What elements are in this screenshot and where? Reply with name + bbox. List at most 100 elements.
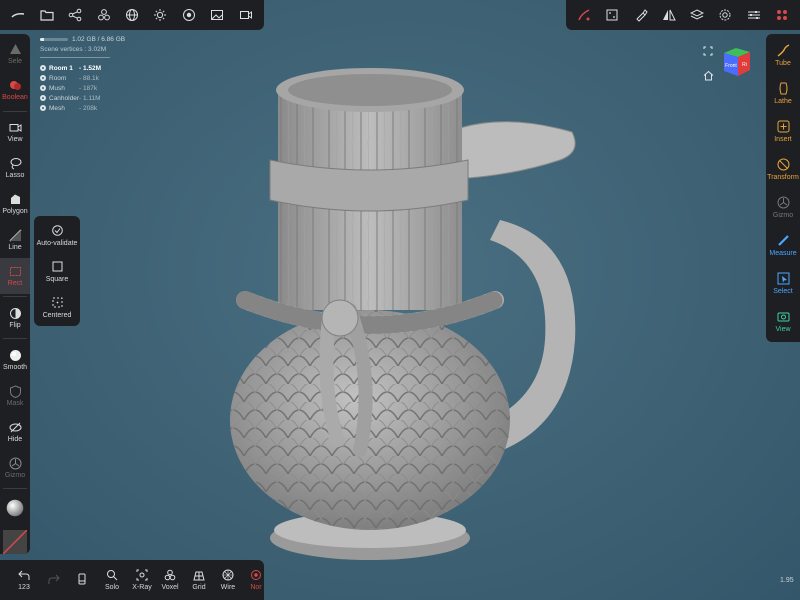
tool-transform[interactable]: Transform xyxy=(766,150,800,188)
apps-icon[interactable] xyxy=(768,0,796,30)
fit-view-icon[interactable] xyxy=(703,46,713,56)
phone-button[interactable] xyxy=(68,560,96,600)
memory-usage: 1.02 GB / 6.86 GB xyxy=(40,36,125,43)
view-cube-area: Front Ri xyxy=(700,44,760,86)
dice-icon[interactable] xyxy=(598,0,626,30)
lathe-icon xyxy=(779,82,787,94)
hide-icon xyxy=(9,422,21,433)
toolbar-divider xyxy=(3,111,27,112)
flip-icon xyxy=(9,308,21,319)
eye-icon[interactable] xyxy=(40,95,46,101)
objects-icon[interactable] xyxy=(89,0,117,30)
select-icon xyxy=(777,272,789,284)
sun-icon[interactable] xyxy=(146,0,174,30)
voxel-icon xyxy=(164,569,176,581)
redo-button[interactable] xyxy=(40,560,68,600)
tool-smooth[interactable]: Smooth xyxy=(0,342,30,378)
scene-graph-icon[interactable] xyxy=(61,0,89,30)
eye-icon[interactable] xyxy=(40,75,46,81)
grid-icon xyxy=(193,571,205,581)
wire-button[interactable]: Wire xyxy=(214,560,242,600)
measure-icon xyxy=(777,234,789,246)
color-swatch-button[interactable] xyxy=(0,524,30,560)
normal-button[interactable]: Nor xyxy=(242,560,270,600)
centered-icon xyxy=(52,297,62,308)
voxel-button[interactable]: Voxel xyxy=(156,560,184,600)
toolbar-divider xyxy=(3,488,27,489)
square-toggle[interactable]: Square xyxy=(34,254,80,290)
tool-rect[interactable]: Rect xyxy=(0,258,30,294)
tool-lathe[interactable]: Lathe xyxy=(766,74,800,112)
tool-view-right[interactable]: View xyxy=(766,302,800,340)
cube-front-label: Front xyxy=(725,63,737,69)
solo-button[interactable]: Solo xyxy=(98,560,126,600)
material-icon[interactable] xyxy=(175,0,203,30)
tool-view[interactable]: View xyxy=(0,114,30,150)
mesh-row[interactable]: Room - 88.1k xyxy=(40,73,125,83)
gizmo-icon xyxy=(9,457,21,470)
memory-bar xyxy=(40,38,68,41)
tool-measure[interactable]: Measure xyxy=(766,226,800,264)
mesh-row[interactable]: Canholder - 1.11M xyxy=(40,93,125,103)
top-left-toolbar xyxy=(0,0,264,30)
lasso-icon xyxy=(10,158,21,170)
material-sphere-button[interactable] xyxy=(0,490,30,526)
mug-model[interactable] xyxy=(200,60,600,580)
insert-icon xyxy=(777,120,789,132)
boolean-icon xyxy=(9,81,21,90)
mesh-row[interactable]: Mush - 187k xyxy=(40,83,125,93)
camera-icon xyxy=(9,124,21,132)
symmetry-icon[interactable] xyxy=(655,0,683,30)
settings-icon[interactable] xyxy=(711,0,739,30)
tool-line[interactable]: Line xyxy=(0,222,30,258)
tool-lasso[interactable]: Lasso xyxy=(0,150,30,186)
undo-button[interactable]: 123 xyxy=(10,560,38,600)
auto-validate-toggle[interactable]: Auto-validate xyxy=(34,218,80,254)
brush-stroke-icon[interactable] xyxy=(4,0,32,30)
tool-gizmo-right[interactable]: Gizmo xyxy=(766,188,800,226)
toolbar-divider xyxy=(3,338,27,339)
folder-icon[interactable] xyxy=(32,0,60,30)
toolbar-divider xyxy=(3,296,27,297)
grid-sphere-icon[interactable] xyxy=(118,0,146,30)
line-icon xyxy=(9,229,21,242)
centered-toggle[interactable]: Centered xyxy=(34,290,80,326)
sliders-icon[interactable] xyxy=(740,0,768,30)
eye-icon[interactable] xyxy=(40,65,46,71)
tool-mask[interactable]: Mask xyxy=(0,378,30,414)
no-color-icon xyxy=(3,530,27,554)
square-icon xyxy=(52,261,62,272)
grid-button[interactable]: Grid xyxy=(185,560,213,600)
eye-icon[interactable] xyxy=(40,85,46,91)
version-label: 1.95 xyxy=(780,577,794,584)
scene-vertices: Scene vertices : 3.02M xyxy=(40,46,107,53)
search-icon xyxy=(107,570,118,581)
mesh-row[interactable]: Mesh - 208k xyxy=(40,103,125,113)
paint-icon[interactable] xyxy=(627,0,655,30)
memory-text: 1.02 GB / 6.86 GB xyxy=(72,36,126,43)
check-icon xyxy=(51,225,63,236)
gizmo-icon xyxy=(777,196,789,208)
layers-icon[interactable] xyxy=(683,0,711,30)
tool-insert[interactable]: Insert xyxy=(766,112,800,150)
tool-tube[interactable]: Tube xyxy=(766,36,800,74)
tool-gizmo[interactable]: Gizmo xyxy=(0,450,30,486)
home-icon[interactable] xyxy=(703,70,714,81)
tool-hide[interactable]: Hide xyxy=(0,414,30,450)
image-icon[interactable] xyxy=(203,0,231,30)
video-icon[interactable] xyxy=(232,0,260,30)
material-sphere-icon xyxy=(6,499,24,517)
xray-icon xyxy=(136,569,148,581)
eye-icon[interactable] xyxy=(40,105,46,111)
wire-icon xyxy=(222,569,234,581)
scene-info: 1.02 GB / 6.86 GB Scene vertices : 3.02M… xyxy=(40,36,125,113)
xray-button[interactable]: X-Ray xyxy=(128,560,156,600)
mesh-row[interactable]: Room 1- 1.52M xyxy=(40,63,125,73)
tool-boolean[interactable]: Boolean xyxy=(0,72,30,108)
view-cube[interactable]: Front Ri xyxy=(718,44,754,80)
tool-flip[interactable]: Flip xyxy=(0,300,30,336)
brush-disabled-icon[interactable] xyxy=(570,0,598,30)
tool-sele[interactable]: Sele xyxy=(0,36,30,72)
tool-polygon[interactable]: Polygon xyxy=(0,186,30,222)
tool-select[interactable]: Select xyxy=(766,264,800,302)
